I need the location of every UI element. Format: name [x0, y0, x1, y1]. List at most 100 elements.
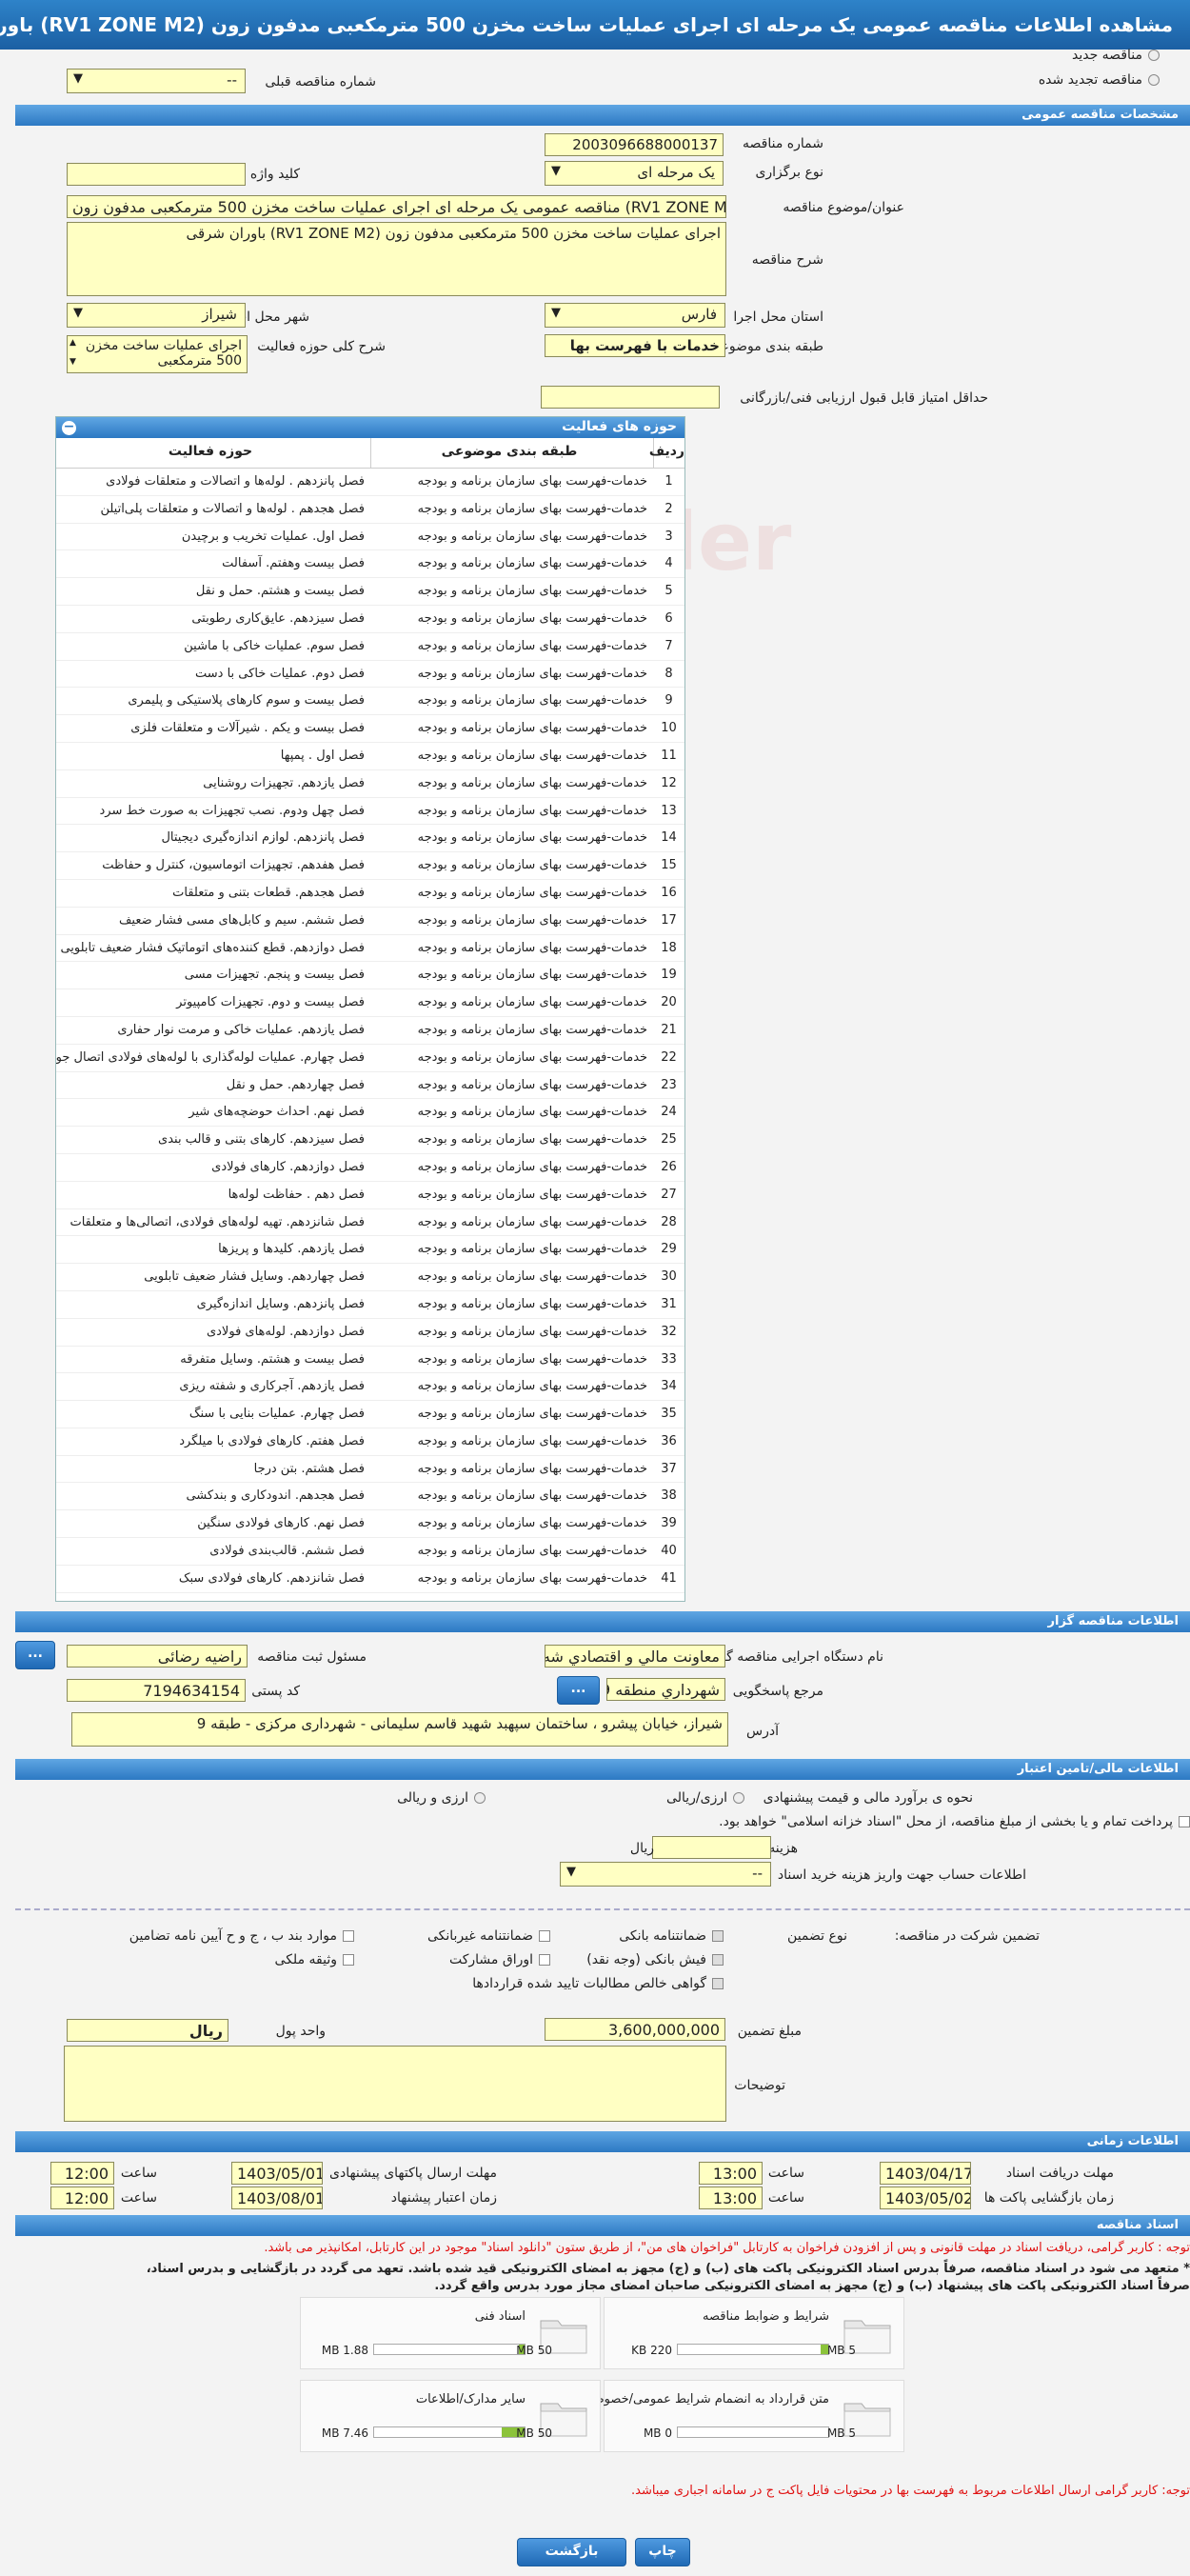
checkbox-icon: [539, 1954, 550, 1966]
open-time[interactable]: 13:00: [699, 2187, 763, 2209]
desc-field[interactable]: اجرای عملیات ساخت مخزن 500 مترمکعبی مدفو…: [67, 222, 726, 296]
org-field[interactable]: معاونت مالي و اقتصادي شه: [545, 1645, 725, 1667]
row-category: خدمات-فهرست بهای سازمان برنامه و بودجه: [417, 1488, 648, 1504]
row-category: خدمات-فهرست بهای سازمان برنامه و بودجه: [417, 1544, 648, 1559]
amount-field[interactable]: 3,600,000,000: [545, 2018, 725, 2041]
notes-field[interactable]: [64, 2046, 726, 2122]
row-category: خدمات-فهرست بهای سازمان برنامه و بودجه: [417, 1461, 648, 1476]
g-bank-checkbox[interactable]: ضمانتنامه بانکی: [619, 1928, 724, 1944]
row-category: خدمات-فهرست بهای سازمان برنامه و بودجه: [417, 610, 648, 626]
city-select[interactable]: شیراز ▼: [67, 303, 246, 328]
number-field[interactable]: 2003096688000137: [545, 133, 724, 156]
row-field: فصل یازدهم. کلیدها و پریزها: [218, 1242, 365, 1257]
finance-section-header: اطلاعات مالی/تامین اعتبار: [15, 1759, 1190, 1780]
amount-label: مبلغ تضمین: [737, 2024, 802, 2039]
activities-column-headers: ردیف طبقه بندی موضوعی حوزه فعالیت: [56, 438, 684, 469]
doc-deadline-time[interactable]: 13:00: [699, 2162, 763, 2185]
row-field: فصل بیست و هشتم. وسایل متفرقه: [180, 1351, 365, 1367]
prev-number-select[interactable]: -- ▼: [67, 69, 246, 93]
table-row: 11 خدمات-فهرست بهای سازمان برنامه و بودجه…: [56, 743, 684, 770]
g-other-checkbox[interactable]: موارد بند ب ، ج و ح آیین نامه تضامین: [129, 1928, 354, 1944]
type-select[interactable]: یک مرحله ای ▼: [545, 161, 724, 186]
row-category: خدمات-فهرست بهای سازمان برنامه و بودجه: [417, 940, 648, 955]
select-responsible-button[interactable]: ...: [15, 1641, 55, 1669]
row-field: فصل دهم . حفاظت لوله‌ها: [228, 1187, 365, 1202]
estimate-rial-radio[interactable]: ارزی/ریالی: [666, 1790, 744, 1806]
g-property-checkbox[interactable]: وثیقه ملکی: [275, 1952, 354, 1967]
keyword-field[interactable]: [67, 163, 246, 186]
row-number: 18: [661, 940, 677, 955]
file-size: 0 MB: [643, 2426, 672, 2440]
scope-field[interactable]: اجرای عملیات ساخت مخزن 500 مترمکعبی ▲ ▼: [67, 335, 248, 373]
ref-field[interactable]: شهرداري منطقه 9: [606, 1678, 725, 1701]
divider: [15, 1908, 1190, 1910]
file-box[interactable]: اسناد فنی 50 MB 1.88 MB: [300, 2297, 601, 2369]
row-field: فصل هفدهم. تجهیزات اتوماسیون، کنترل و حف…: [102, 858, 365, 873]
row-number: 20: [661, 995, 677, 1010]
file-size-bar: [373, 2344, 526, 2355]
row-field: فصل شانزدهم. کارهای فولادی سبک: [178, 1570, 365, 1586]
table-row: 9 خدمات-فهرست بهای سازمان برنامه و بودجه ف…: [56, 688, 684, 716]
file-box[interactable]: سایر مدارک/اطلاعات 50 MB 7.46 MB: [300, 2380, 601, 2452]
row-category: خدمات-فهرست بهای سازمان برنامه و بودجه: [417, 584, 648, 599]
collapse-icon[interactable]: −: [62, 420, 76, 435]
address-field[interactable]: شیراز، خیابان پیشرو ، ساختمان سپهبد شهید…: [71, 1712, 728, 1747]
row-category: خدمات-فهرست بهای سازمان برنامه و بودجه: [417, 666, 648, 681]
province-select[interactable]: فارس ▼: [545, 303, 725, 328]
row-field: فصل نهم. کارهای فولادی سنگین: [197, 1516, 365, 1531]
time-label: ساعت: [120, 2166, 157, 2181]
chevron-down-icon: ▼: [73, 71, 83, 86]
organizer-section-header: اطلاعات مناقصه گزار: [15, 1611, 1190, 1632]
row-category: خدمات-فهرست بهای سازمان برنامه و بودجه: [417, 1187, 648, 1202]
currency-field[interactable]: ریال: [67, 2019, 228, 2042]
estimate-fx-radio[interactable]: ارزی و ریالی: [397, 1790, 486, 1806]
back-button[interactable]: بازگشت: [517, 2538, 626, 2566]
send-deadline-time[interactable]: 12:00: [50, 2162, 114, 2185]
row-number: 13: [661, 803, 677, 818]
open-date[interactable]: 1403/05/02: [880, 2187, 971, 2209]
file-box[interactable]: شرایط و ضوابط مناقصه 5 MB 220 KB: [604, 2297, 904, 2369]
row-category: خدمات-فهرست بهای سازمان برنامه و بودجه: [417, 1324, 648, 1339]
responsible-field[interactable]: راضیه رضائی: [67, 1645, 248, 1667]
postal-label: کد پستی: [251, 1684, 300, 1699]
row-category: خدمات-فهرست بهای سازمان برنامه و بودجه: [417, 775, 648, 790]
table-row: 3 خدمات-فهرست بهای سازمان برنامه و بودجه ف…: [56, 524, 684, 551]
min-score-field[interactable]: [541, 386, 720, 409]
file-max: 5 MB: [826, 2344, 856, 2357]
doc-deadline-date[interactable]: 1403/04/17: [880, 2162, 971, 2185]
validity-time[interactable]: 12:00: [50, 2187, 114, 2209]
table-row: 10 خدمات-فهرست بهای سازمان برنامه و بودجه…: [56, 715, 684, 743]
row-category: خدمات-فهرست بهای سازمان برنامه و بودجه: [417, 474, 648, 489]
g-bonds-checkbox[interactable]: اوراق مشارکت: [449, 1952, 550, 1967]
table-row: 15 خدمات-فهرست بهای سازمان برنامه و بودجه…: [56, 852, 684, 880]
renewed-tender-radio[interactable]: مناقصه تجدید شده: [1039, 72, 1160, 88]
row-field: فصل شانزدهم. تهیه لوله‌های فولادی، اتصال…: [69, 1214, 365, 1229]
new-tender-radio[interactable]: مناقصه جدید: [1072, 48, 1160, 63]
scroll-arrows-icon[interactable]: ▲ ▼: [69, 338, 76, 367]
row-number: 29: [661, 1242, 677, 1257]
validity-label: زمان اعتبار پیشنهاد: [390, 2190, 497, 2206]
category-field[interactable]: خدمات با فهرست بها: [545, 334, 725, 357]
row-field: فصل نهم. احداث حوضچه‌های شیر: [188, 1105, 365, 1120]
g-nonbank-checkbox[interactable]: ضمانتنامه غیربانکی: [427, 1928, 550, 1944]
row-number: 33: [661, 1351, 677, 1367]
postal-field[interactable]: 7194634154: [67, 1679, 246, 1702]
doc-cost-field[interactable]: [652, 1836, 771, 1859]
pay-note[interactable]: پرداخت تمام و یا بخشی از مبلغ مناقصه، از…: [719, 1814, 1190, 1829]
account-select[interactable]: -- ▼: [560, 1862, 771, 1887]
file-box[interactable]: متن قرارداد به انضمام شرایط عمومی/خصوصی 5…: [584, 2380, 904, 2452]
select-ref-button[interactable]: ...: [557, 1676, 600, 1705]
row-number: 2: [664, 501, 673, 516]
col-field: حوزه فعالیت: [168, 444, 253, 459]
file-max: 5 MB: [826, 2426, 856, 2440]
table-row: 33 خدمات-فهرست بهای سازمان برنامه و بودجه…: [56, 1347, 684, 1374]
row-field: فصل سوم. عملیات خاکی با ماشین: [184, 638, 365, 653]
subject-field[interactable]: مناقصه عمومی یک مرحله ای اجرای عملیات سا…: [67, 195, 726, 218]
print-button[interactable]: چاپ: [635, 2538, 690, 2566]
g-cash-checkbox[interactable]: فیش بانکی (وجه نقد): [586, 1952, 724, 1967]
validity-date[interactable]: 1403/08/01: [231, 2187, 323, 2209]
send-deadline-date[interactable]: 1403/05/01: [231, 2162, 323, 2185]
g-claims-checkbox[interactable]: گواهی خالص مطالبات تایید شده قراردادها: [472, 1976, 724, 1991]
row-field: فصل چهاردهم. حمل و نقل: [226, 1077, 365, 1092]
row-category: خدمات-فهرست بهای سازمان برنامه و بودجه: [417, 529, 648, 544]
